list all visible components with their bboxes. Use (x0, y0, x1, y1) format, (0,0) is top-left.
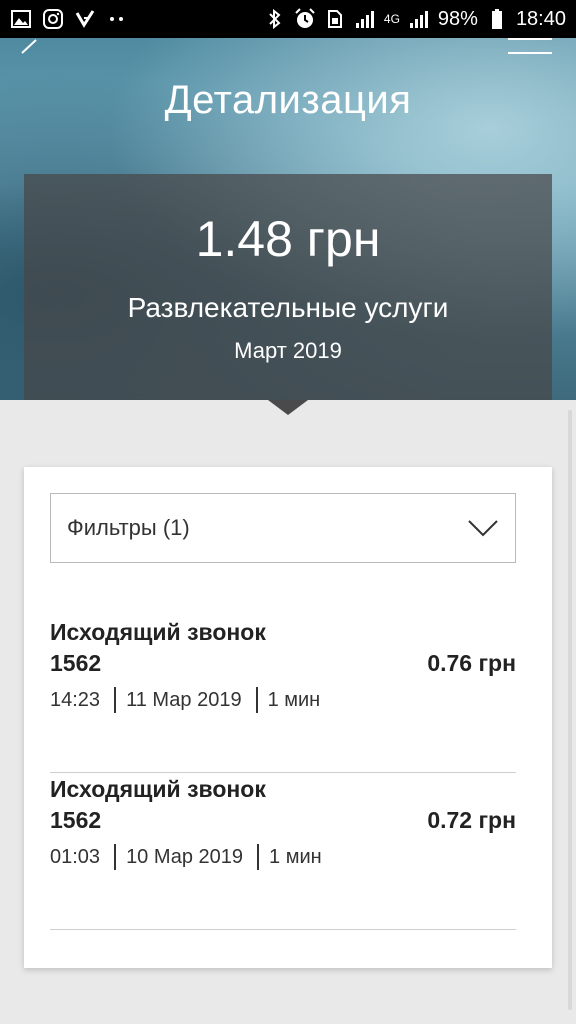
summary-category: Развлекательные услуги (127, 292, 449, 323)
bluetooth-icon (264, 8, 286, 30)
gallery-icon (10, 8, 32, 30)
network-type: 4G (383, 12, 400, 26)
transaction-time: 01:03 (50, 845, 101, 868)
transaction-number: 1562 (50, 807, 102, 833)
separator (257, 844, 260, 870)
summary-amount: 1.48 грн (195, 211, 381, 267)
transaction-row[interactable]: Исходящий звонок 1562 0.72 грн 01:03 10 … (50, 774, 516, 930)
transaction-amount: 0.76 грн (427, 650, 516, 676)
summary-period: Март 2019 (234, 338, 342, 363)
transaction-duration: 1 мин (267, 688, 321, 711)
chevron-down-icon (468, 520, 498, 537)
battery-icon (486, 8, 508, 30)
filters-label: Фильтры (1) (67, 515, 190, 540)
transaction-date: 10 Мар 2019 (126, 845, 244, 868)
summary-panel: 1.48 грн Развлекательные услуги Март 201… (24, 174, 552, 400)
more-notifications-icon (106, 8, 128, 30)
signal-icon-2 (408, 8, 430, 30)
battery-percent: 98% (437, 7, 478, 30)
transaction-title: Исходящий звонок (50, 619, 266, 645)
transaction-time: 14:23 (50, 688, 101, 711)
separator (114, 687, 117, 713)
separator (114, 844, 117, 870)
scrollbar[interactable] (568, 410, 572, 1010)
status-bar-right: 4G 98% 18:40 (264, 8, 566, 31)
menu-icon-line (508, 38, 552, 40)
transaction-row[interactable]: Исходящий звонок 1562 0.76 грн 14:23 11 … (50, 617, 516, 773)
vodafone-app-icon (74, 8, 96, 30)
page-title: Детализация (164, 78, 412, 122)
back-arrow-icon (21, 39, 37, 54)
clock: 18:40 (515, 7, 566, 30)
alarm-icon (294, 8, 316, 30)
transaction-amount: 0.72 грн (427, 807, 516, 833)
panel-pointer (268, 400, 308, 415)
back-button[interactable] (14, 38, 44, 68)
signal-icon (354, 8, 376, 30)
transaction-number: 1562 (50, 650, 102, 676)
instagram-icon (42, 8, 64, 30)
transaction-meta: 01:03 10 Мар 2019 1 мин (50, 844, 322, 870)
status-bar: 4G 98% 18:40 (0, 0, 576, 38)
transaction-title: Исходящий звонок (50, 776, 266, 802)
separator (255, 687, 258, 713)
details-card: Фильтры (1) Исходящий звонок 1562 0.76 г… (24, 467, 552, 968)
transaction-duration: 1 мин (269, 845, 322, 868)
status-bar-left (10, 8, 128, 30)
transaction-date: 11 Мар 2019 (126, 688, 242, 711)
sim-icon (324, 8, 346, 30)
hero-header: Детализация 1.48 грн Развлекательные усл… (0, 38, 576, 400)
transaction-meta: 14:23 11 Мар 2019 1 мин (50, 687, 320, 713)
filters-dropdown[interactable]: Фильтры (1) (50, 493, 516, 563)
menu-icon-line (508, 52, 552, 54)
menu-button[interactable] (508, 38, 552, 60)
